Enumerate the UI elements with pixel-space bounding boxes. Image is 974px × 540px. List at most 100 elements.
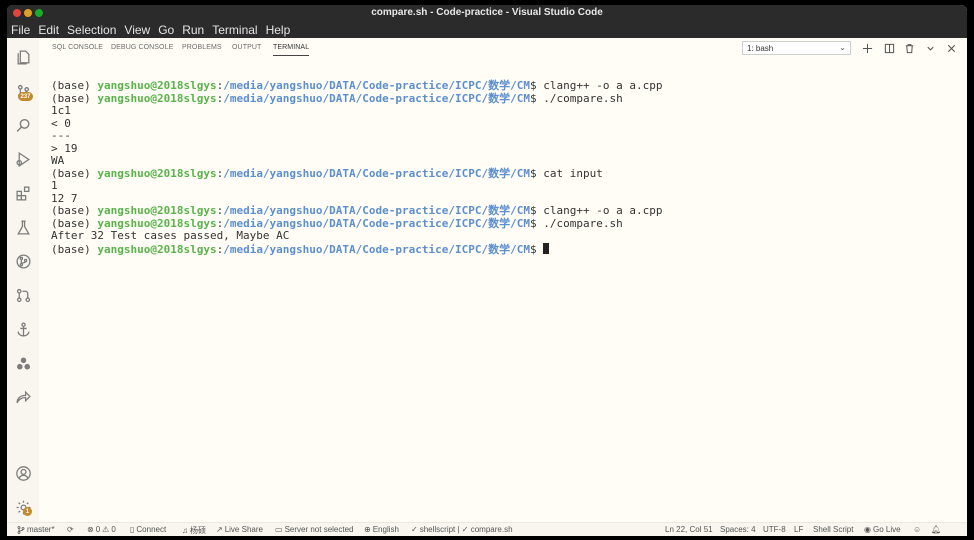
pinyin-status[interactable]: ♫ 杨硕 [182, 525, 206, 536]
eol-status[interactable]: LF [794, 525, 803, 534]
run-debug-icon[interactable] [14, 150, 32, 168]
terminal-prompt-line: (base) yangshuo@2018slgys:/media/yangshu… [51, 91, 662, 106]
branch-status[interactable]: master* [17, 525, 55, 534]
source-control-badge: 237 [18, 92, 33, 101]
feedback-icon[interactable]: ☺ [913, 525, 921, 534]
output-text: 1c1 [51, 104, 71, 117]
prompt-path: /media/yangshuo/DATA/Code-practice/ICPC/… [223, 216, 530, 230]
problems-status[interactable]: ⊗ 0 ⚠ 0 [87, 525, 116, 534]
language-mode-status[interactable]: Shell Script [813, 525, 853, 534]
prompt-env: (base) [51, 166, 98, 180]
tab-problems[interactable]: PROBLEMS [182, 44, 222, 51]
close-panel-icon[interactable] [945, 42, 957, 54]
prompt-env: (base) [51, 79, 98, 92]
terminal-output-line: After 32 Test cases passed, Maybe AC [51, 229, 662, 243]
git-graph-icon[interactable] [14, 252, 32, 270]
prompt-user: yangshuo@2018slgys [97, 216, 217, 230]
tab-sql-console[interactable]: SQL CONSOLE [52, 44, 103, 51]
warning-icon: ⚠ [102, 525, 110, 534]
menu-selection[interactable]: Selection [67, 23, 116, 37]
status-bar: master* ⟳ ⊗ 0 ⚠ 0 ▯ Connect ♫ 杨硕 ↗ Live … [7, 522, 967, 536]
output-text: > 19 [51, 141, 78, 155]
terminal-prompt-line: (base) yangshuo@2018slgys:/media/yangshu… [51, 166, 662, 181]
check-icon: ✓ [411, 525, 418, 534]
prompt-user: yangshuo@2018slgys [97, 242, 217, 256]
output-text: 12 7 [51, 191, 78, 205]
pinyin-label: 杨硕 [190, 526, 206, 535]
broadcast-icon: ◉ [864, 525, 871, 534]
prompt-path: /media/yangshuo/DATA/Code-practice/ICPC/… [223, 91, 530, 105]
tab-terminal[interactable]: TERMINAL [273, 44, 310, 56]
prompt-user: yangshuo@2018slgys [97, 204, 217, 217]
new-terminal-icon[interactable] [861, 42, 873, 54]
command-text: ./compare.sh [543, 91, 623, 105]
live-share-status[interactable]: ↗ Live Share [216, 525, 263, 534]
language-ui-label: English [372, 525, 399, 534]
terminal-output-line: --- [51, 129, 662, 143]
terminal-output-line: > 19 [51, 141, 662, 156]
prompt-end: $ [529, 79, 544, 92]
split-terminal-icon[interactable] [883, 42, 895, 54]
menu-run[interactable]: Run [182, 23, 204, 37]
lint-status[interactable]: ✓ shellscript | ✓ compare.sh [411, 525, 513, 534]
terminal-output-line: < 0 [51, 116, 662, 131]
git-branch-icon [17, 525, 25, 534]
terminal-output[interactable]: (base) yangshuo@2018slgys:/media/yangshu… [51, 79, 662, 256]
terminal-panel: SQL CONSOLE DEBUG CONSOLE PROBLEMS OUTPU… [39, 38, 967, 522]
maximize-panel-chevron-icon[interactable] [924, 42, 936, 54]
prompt-user: yangshuo@2018slgys [97, 91, 217, 105]
search-icon[interactable] [14, 116, 32, 134]
menu-go[interactable]: Go [158, 23, 174, 37]
kill-terminal-trash-icon[interactable] [903, 42, 915, 54]
go-live-label: Go Live [872, 525, 901, 534]
tab-debug-console[interactable]: DEBUG CONSOLE [111, 44, 173, 51]
testing-flask-icon[interactable] [14, 218, 32, 236]
globe-icon: ⊕ [364, 525, 371, 534]
cursor-position[interactable]: Ln 22, Col 51 [665, 525, 713, 534]
live-share-icon: ↗ [216, 525, 223, 534]
prompt-path: /media/yangshuo/DATA/Code-practice/ICPC/… [223, 242, 530, 256]
pull-request-icon[interactable] [14, 286, 32, 304]
server-icon: ▭ [275, 525, 283, 534]
connect-status[interactable]: ▯ Connect [130, 525, 166, 534]
notifications-icon[interactable]: 🔔︎ [931, 525, 941, 534]
menu-view[interactable]: View [124, 23, 150, 37]
server-label: Server not selected [284, 525, 354, 534]
extensions-icon[interactable] [14, 184, 32, 202]
indentation-status[interactable]: Spaces: 4 [720, 525, 756, 534]
activity-bar: 237 1 [7, 38, 39, 522]
go-live-status[interactable]: ◉ Go Live [864, 525, 901, 534]
menu-file[interactable]: File [11, 23, 30, 37]
packages-icon[interactable] [14, 354, 32, 372]
menu-terminal[interactable]: Terminal [212, 23, 257, 37]
prompt-env: (base) [51, 216, 98, 230]
prompt-env: (base) [51, 204, 98, 217]
prompt-end: $ [529, 166, 544, 180]
output-text: --- [51, 129, 71, 142]
chevron-down-icon: ⌄ [839, 43, 846, 52]
vscode-window: compare.sh - Code-practice - Visual Stud… [7, 5, 967, 536]
explorer-icon[interactable] [14, 48, 32, 66]
panel-tab-bar: SQL CONSOLE DEBUG CONSOLE PROBLEMS OUTPU… [39, 38, 967, 59]
menu-edit[interactable]: Edit [38, 23, 59, 37]
prompt-env: (base) [51, 91, 98, 105]
remote-share-icon[interactable] [14, 388, 32, 406]
terminal-prompt-line: (base) yangshuo@2018slgys:/media/yangshu… [51, 242, 662, 256]
sync-icon[interactable]: ⟳ [67, 525, 74, 534]
title-bar: compare.sh - Code-practice - Visual Stud… [7, 5, 967, 21]
output-text: WA [51, 154, 65, 167]
terminal-select-value: 1: bash [747, 44, 774, 53]
command-text: ./compare.sh [543, 216, 623, 230]
lint-label: shellscript | ✓ compare.sh [419, 525, 513, 534]
terminal-instance-select[interactable]: 1: bash ⌄ [742, 41, 851, 55]
server-status[interactable]: ▭ Server not selected [275, 525, 354, 534]
tab-output[interactable]: OUTPUT [232, 44, 261, 51]
command-text: cat input [543, 166, 603, 180]
encoding-status[interactable]: UTF-8 [763, 525, 786, 534]
accounts-icon[interactable] [14, 464, 32, 482]
language-ui-status[interactable]: ⊕ English [364, 525, 399, 534]
anchor-icon[interactable] [14, 320, 32, 338]
menu-help[interactable]: Help [266, 23, 291, 37]
output-text: < 0 [51, 116, 71, 130]
database-icon: ▯ [130, 525, 135, 534]
